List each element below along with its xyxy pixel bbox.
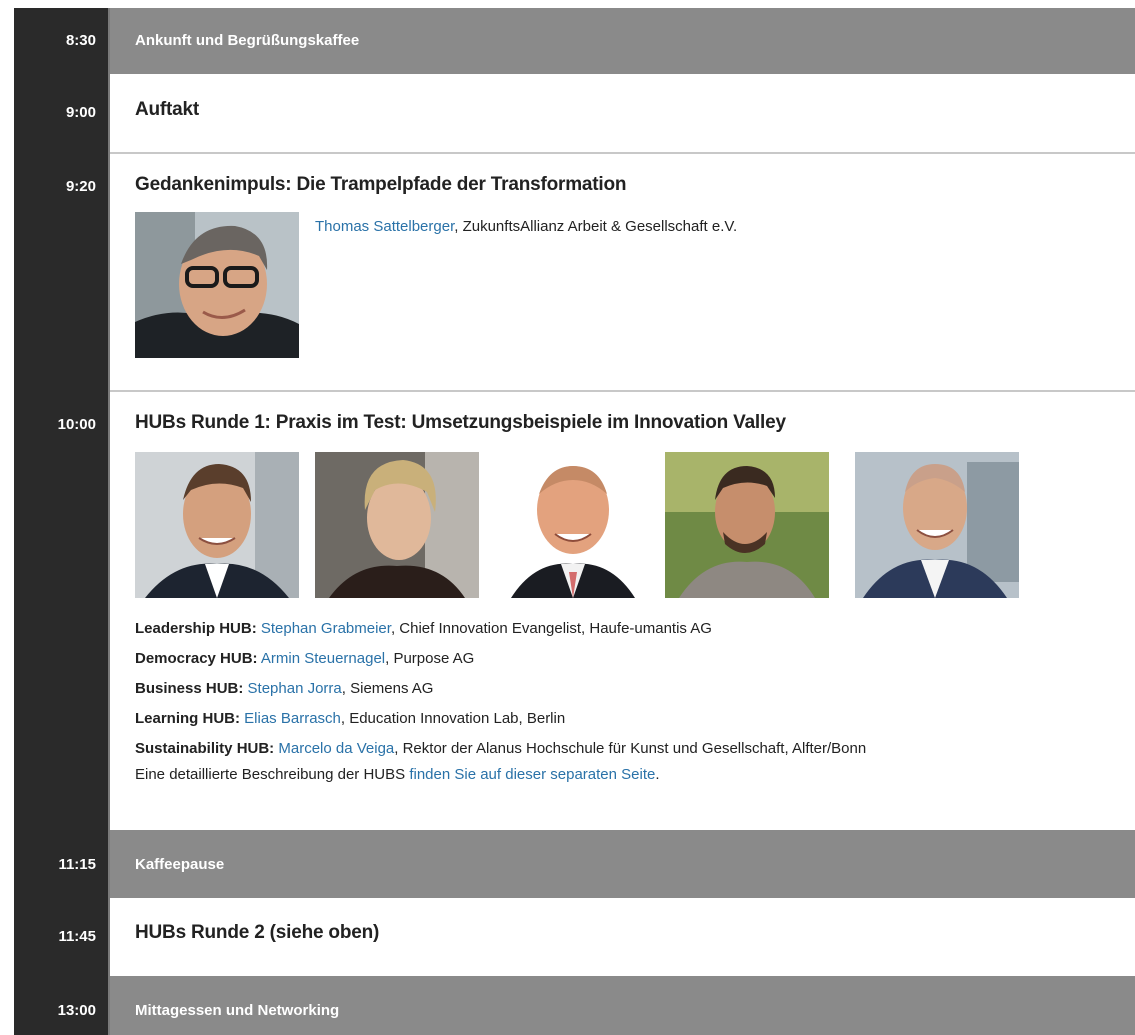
hub-label: Business HUB: [135, 680, 244, 697]
agenda-row-0830: 8:30 Ankunft und Begrüßungskaffee [14, 8, 1135, 74]
session-title: HUBs Runde 2 (siehe oben) [135, 922, 380, 943]
time-cell: 13:00 [14, 976, 110, 1035]
agenda-row-1300: 13:00 Mittagessen und Networking [14, 976, 1135, 1035]
speaker-photo-grabmeier [135, 452, 299, 598]
session-title: Auftakt [135, 99, 200, 120]
speaker-detail: , Rektor der Alanus Hochschule für Kunst… [394, 740, 867, 757]
hub-description-link[interactable]: finden Sie auf dieser separaten Seite [409, 766, 655, 783]
session-block: Auftakt [110, 74, 1135, 152]
session-block: HUBs Runde 2 (siehe oben) [110, 898, 1135, 976]
session-title: Ankunft und Begrüßungskaffee [110, 8, 1135, 74]
agenda-row-0920: 9:20 Gedankenimpuls: Die Trampelpfade de… [14, 152, 1135, 390]
session-block: Gedankenimpuls: Die Trampelpfade der Tra… [110, 152, 1135, 390]
speaker-affiliation: , ZukunftsAllianz Arbeit & Gesellschaft … [454, 218, 738, 235]
list-item: Business HUB: Stephan Jorra, Siemens AG [135, 674, 866, 704]
agenda-row-1115: 11:15 Kaffeepause [14, 830, 1135, 898]
session-title: Mittagessen und Networking [110, 976, 1135, 1035]
time-cell: 10:00 [14, 390, 110, 830]
speaker-link[interactable]: Armin Steuernagel [261, 650, 385, 667]
list-item: Democracy HUB: Armin Steuernagel, Purpos… [135, 644, 866, 674]
speaker-link[interactable]: Stephan Grabmeier [261, 620, 391, 637]
hub-label: Leadership HUB: [135, 620, 257, 637]
agenda-row-1000: 10:00 HUBs Runde 1: Praxis im Test: Umse… [14, 390, 1135, 830]
speaker-photo-da-veiga [855, 452, 1019, 598]
time-cell: 9:20 [14, 152, 110, 390]
agenda-row-1145: 11:45 HUBs Runde 2 (siehe oben) [14, 898, 1135, 976]
speaker-detail: , Purpose AG [385, 650, 475, 667]
hub-speaker-list: Leadership HUB: Stephan Grabmeier, Chief… [135, 614, 866, 764]
speaker-detail: , Education Innovation Lab, Berlin [340, 710, 566, 727]
speaker-photo-steuernagel [315, 452, 479, 598]
list-item: Sustainability HUB: Marcelo da Veiga, Re… [135, 734, 866, 764]
list-item: Leadership HUB: Stephan Grabmeier, Chief… [135, 614, 866, 644]
note-text: Eine detaillierte Beschreibung der HUBS [135, 766, 410, 783]
time-cell: 11:45 [14, 898, 110, 976]
note-suffix: . [655, 766, 660, 783]
speaker-photo-jorra [505, 452, 641, 598]
speaker-photo-sattelberger [135, 212, 299, 358]
speaker-link[interactable]: Elias Barrasch [244, 710, 341, 727]
speaker-detail: , Chief Innovation Evangelist, Haufe-uma… [390, 620, 712, 637]
time-cell: 9:00 [14, 74, 110, 152]
speaker-detail: , Siemens AG [341, 680, 434, 697]
session-title: Kaffeepause [110, 830, 1135, 898]
hub-label: Democracy HUB: [135, 650, 258, 667]
session-title: HUBs Runde 1: Praxis im Test: Umsetzungs… [135, 412, 786, 433]
agenda-row-0900: 9:00 Auftakt [14, 74, 1135, 152]
hub-label: Sustainability HUB: [135, 740, 275, 757]
session-title: Gedankenimpuls: Die Trampelpfade der Tra… [135, 174, 627, 195]
speaker-photo-barrasch [665, 452, 829, 598]
speaker-link[interactable]: Marcelo da Veiga [278, 740, 394, 757]
list-item: Learning HUB: Elias Barrasch, Education … [135, 704, 866, 734]
time-cell: 8:30 [14, 8, 110, 74]
time-cell: 11:15 [14, 830, 110, 898]
speaker-link[interactable]: Stephan Jorra [248, 680, 342, 697]
hub-label: Learning HUB: [135, 710, 240, 727]
hub-description-note: Eine detaillierte Beschreibung der HUBS … [135, 766, 660, 783]
speaker-link-sattelberger[interactable]: Thomas Sattelberger [315, 218, 454, 235]
speaker-line: Thomas Sattelberger, ZukunftsAllianz Arb… [315, 218, 737, 235]
session-block: HUBs Runde 1: Praxis im Test: Umsetzungs… [110, 390, 1135, 830]
